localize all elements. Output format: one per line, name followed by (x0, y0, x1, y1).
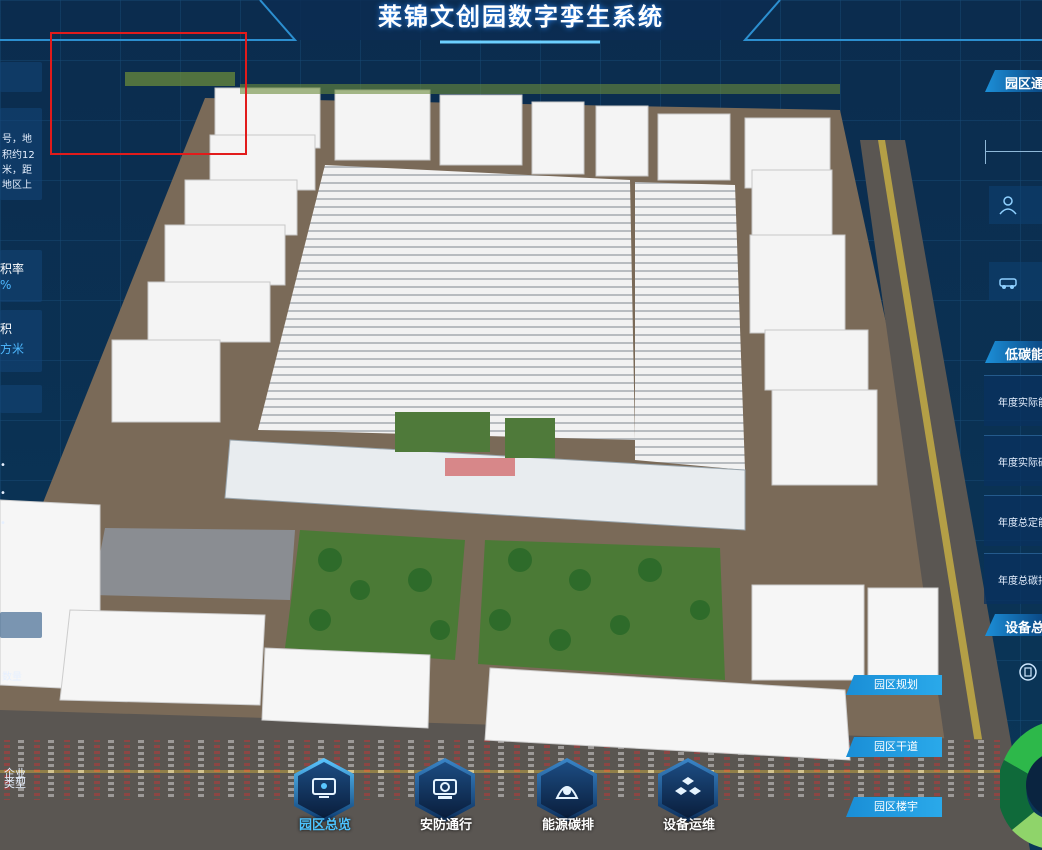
nav-energy-carbon[interactable]: 能源碳排 (525, 758, 611, 840)
energy-row-1: 年度实际能 (984, 375, 1042, 426)
energy-row-3: 年度总定能 (984, 495, 1042, 546)
ruler-decoration (985, 140, 1042, 164)
selection-highlight-box (50, 32, 247, 155)
cubes-icon (675, 777, 701, 795)
intro-line-3: 米，距 (2, 165, 32, 176)
nav-device-maintenance[interactable]: 设备运维 (646, 758, 732, 840)
nav-device-maintenance-label: 设备运维 (662, 818, 715, 833)
energy-row-4-label: 年度总碳排 (998, 576, 1042, 587)
area-value: 方米 (0, 342, 25, 356)
park-access-section-header: 园区通 (985, 70, 1042, 92)
map-label-park-main-road[interactable]: 园区干道 (846, 737, 942, 757)
energy-row-3-label: 年度总定能 (998, 518, 1042, 529)
legend-dot-3: • (0, 518, 6, 529)
type-label: 类型 (4, 777, 26, 790)
map-label-park-buildings[interactable]: 园区楼宇 (846, 797, 942, 817)
camera-icon (433, 779, 457, 799)
visitor-stat-box (989, 186, 1042, 224)
device-title: 设备总 (1005, 621, 1042, 636)
energy-row-2: 年度实际碳 (984, 435, 1042, 486)
nav-park-overview[interactable]: 园区总览 (282, 758, 368, 840)
energy-icon (555, 786, 579, 799)
intro-line-1: 号，地 (2, 134, 32, 145)
legend-dot-2: • (0, 488, 6, 499)
nav-energy-carbon-label: 能源碳排 (541, 818, 594, 833)
device-section-header: 设备总 (985, 614, 1042, 636)
energy-row-4: 年度总碳排 (984, 553, 1042, 604)
left-panel-intro: 号，地 积约12 米，距 地区上 (0, 108, 42, 200)
left-panel-section-header-2 (0, 612, 42, 638)
park-access-title: 园区通 (1005, 77, 1042, 92)
intro-line-4: 地区上 (2, 180, 32, 191)
legend-dot-1: • (0, 460, 6, 471)
page-title: 莱锦文创园数字孪生系统 (378, 3, 664, 31)
nav-park-overview-label: 园区总览 (298, 818, 351, 833)
car-icon (999, 278, 1017, 289)
person-icon (999, 196, 1017, 215)
count-label: 数量 (2, 672, 22, 683)
low-carbon-section-header: 低碳能 (985, 341, 1042, 363)
nav-security-access[interactable]: 安防通行 (403, 758, 489, 840)
low-carbon-title: 低碳能 (1005, 348, 1042, 363)
area-card: 积 方米 (0, 310, 42, 372)
vehicle-stat-box (989, 262, 1042, 300)
plot-ratio-label: 积率 (0, 262, 25, 276)
area-label: 积 (0, 322, 13, 336)
nav-security-access-label: 安防通行 (419, 818, 472, 833)
device-icon (1019, 663, 1037, 681)
intro-line-2: 积约12 (2, 150, 35, 161)
device-donut-chart (1000, 723, 1042, 848)
left-panel-section-header (0, 385, 42, 413)
map-label-park-planning[interactable]: 园区规划 (846, 675, 942, 695)
energy-row-2-label: 年度实际碳 (998, 458, 1042, 469)
left-panel-header (0, 62, 42, 92)
plot-ratio-card: 积率 % (0, 250, 42, 302)
plot-ratio-value: % (0, 278, 12, 292)
monitor-icon (312, 778, 336, 798)
energy-row-1-label: 年度实际能 (998, 398, 1042, 409)
